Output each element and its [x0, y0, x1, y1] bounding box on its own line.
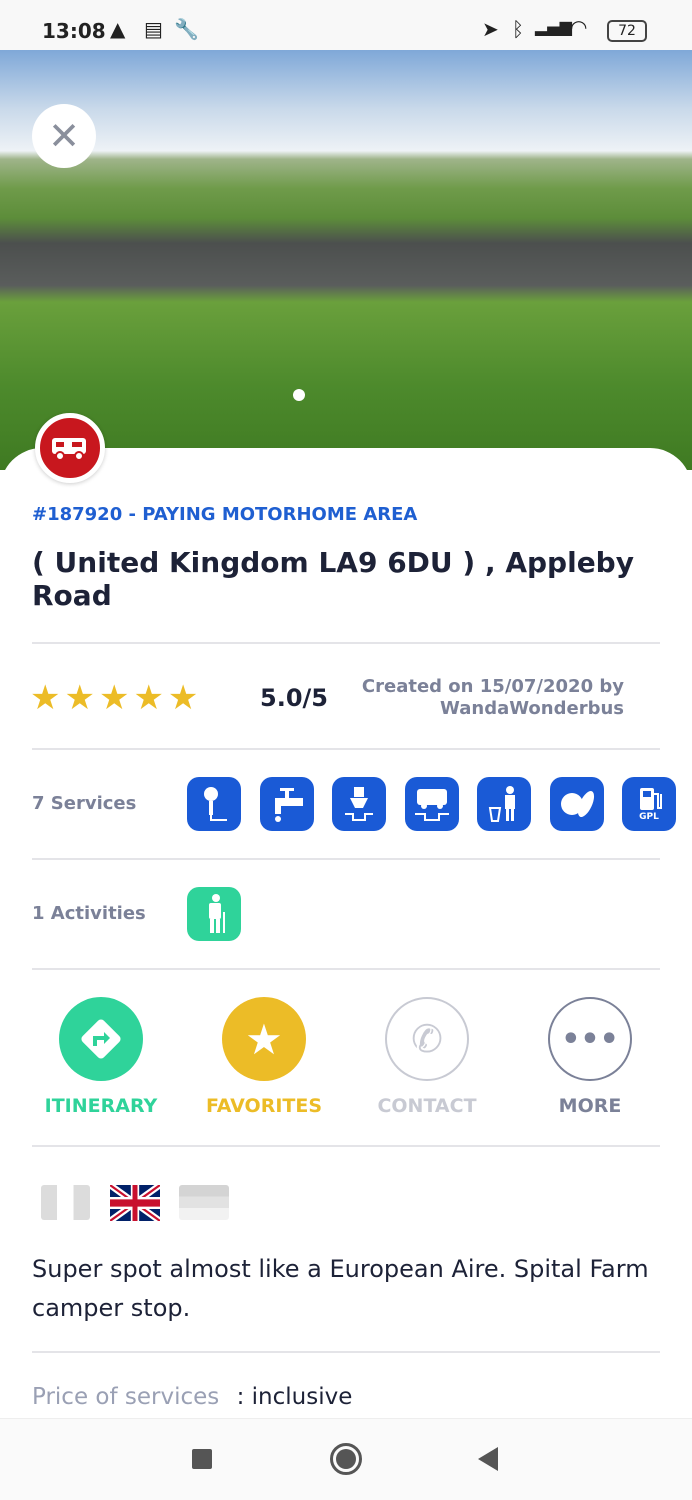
flag-placeholder-icon[interactable]: [179, 1185, 229, 1220]
water-tap-icon[interactable]: [259, 777, 314, 831]
home-button[interactable]: [330, 1443, 362, 1475]
divider: [32, 748, 660, 750]
itinerary-button[interactable]: ITINERARY: [21, 997, 181, 1117]
back-button[interactable]: [478, 1447, 498, 1471]
warning-icon: ▲: [110, 17, 126, 41]
wrench-icon: 🔧: [174, 17, 199, 41]
description: Super spot almost like a European Aire. …: [32, 1255, 649, 1322]
star-rating: ★★★★★: [30, 678, 202, 718]
bread-icon[interactable]: [549, 777, 604, 831]
price-label: Price of services: [32, 1384, 220, 1410]
directions-icon: [59, 997, 143, 1081]
electricity-icon[interactable]: [187, 777, 241, 831]
activities-label: 1 Activities: [32, 903, 146, 924]
battery-icon: 72: [607, 20, 647, 42]
itinerary-label: ITINERARY: [44, 1095, 158, 1117]
services-list: GPL: [187, 777, 676, 831]
star-icon: ★★★★★: [30, 678, 203, 718]
services-label: 7 Services: [32, 793, 137, 814]
status-bar: 13:08 ▲ ▤ 🔧 ➤ ᛒ ▂▄▆ ◠ 72: [0, 0, 692, 50]
flag-placeholder-icon[interactable]: [41, 1185, 90, 1220]
wifi-icon: ◠: [570, 15, 588, 39]
carousel-dot[interactable]: [293, 389, 305, 401]
rating-value: 5.0/5: [260, 684, 328, 712]
created-date: Created on 15/07/2020 by: [361, 676, 624, 697]
page-title: ( United Kingdom LA9 6DU ) , Appleby Roa…: [32, 546, 634, 612]
price-value: : inclusive: [236, 1384, 353, 1410]
motorhome-category-icon: [35, 413, 105, 483]
uk-flag-icon[interactable]: [108, 1181, 162, 1225]
divider: [32, 1145, 660, 1147]
divider: [32, 1351, 660, 1353]
close-button[interactable]: ✕: [32, 104, 96, 168]
more-dots-icon: •••: [548, 997, 632, 1081]
more-label: MORE: [558, 1095, 622, 1117]
more-button[interactable]: ••• MORE: [510, 997, 670, 1117]
place-photo[interactable]: [0, 50, 692, 470]
contact-label: CONTACT: [377, 1095, 477, 1117]
divider: [32, 858, 660, 860]
close-icon: ✕: [48, 114, 80, 158]
location-icon: ➤: [482, 17, 499, 41]
author-link[interactable]: WandaWonderbus: [362, 698, 624, 720]
motorhome-drain-icon[interactable]: [404, 777, 459, 831]
trash-icon[interactable]: [477, 777, 531, 831]
divider: [32, 642, 660, 644]
price-row: Price of services : inclusive: [32, 1384, 352, 1410]
favorites-label: FAVORITES: [205, 1095, 323, 1117]
place-id-type: #187920 - PAYING MOTORHOME AREA: [32, 504, 418, 525]
signal-icon: ▂▄▆: [535, 17, 572, 36]
clock: 13:08: [42, 19, 106, 43]
notes-icon: ▤: [144, 17, 163, 41]
phone-icon: ✆: [385, 997, 469, 1081]
created-info: Created on 15/07/2020 by WandaWonderbus: [362, 676, 624, 720]
contact-button[interactable]: ✆ CONTACT: [347, 997, 507, 1117]
gpl-fuel-icon[interactable]: GPL: [622, 777, 676, 831]
gpl-label: GPL: [639, 812, 659, 822]
favorites-button[interactable]: ★ FAVORITES: [184, 997, 344, 1117]
hiking-icon[interactable]: [187, 887, 241, 941]
system-nav-bar: [0, 1418, 692, 1500]
toilet-dump-icon[interactable]: [332, 777, 386, 831]
bluetooth-icon: ᛒ: [512, 17, 524, 41]
divider: [32, 968, 660, 970]
star-icon: ★: [222, 997, 306, 1081]
recents-button[interactable]: [192, 1449, 212, 1469]
